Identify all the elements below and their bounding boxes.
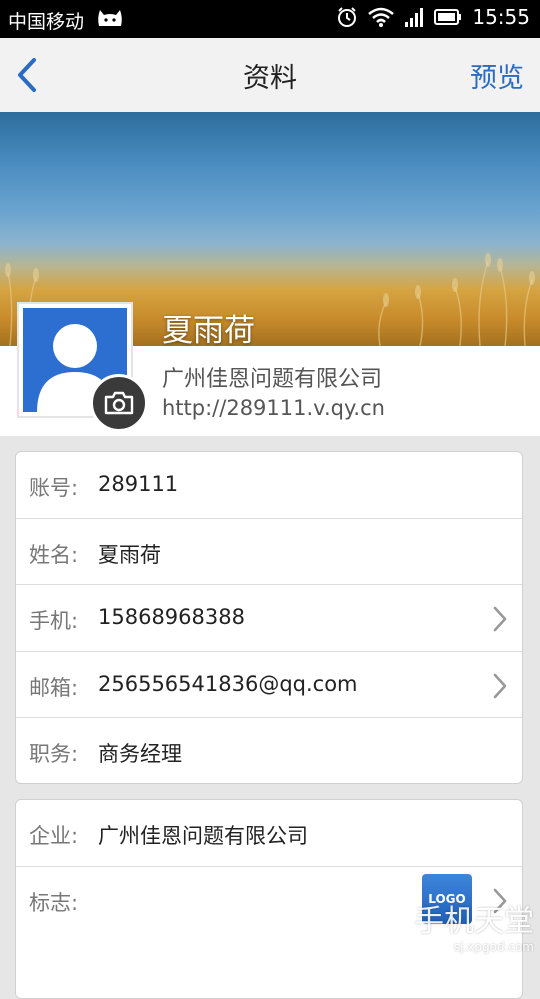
preview-button[interactable]: 预览 (470, 56, 524, 95)
page-title: 资料 (243, 63, 297, 94)
chevron-right-icon (493, 673, 507, 699)
watermark-text: 手机天堂 (414, 904, 534, 939)
status-icons: 15:55 (336, 5, 530, 29)
position-value: 商务经理 (98, 742, 182, 767)
email-row[interactable]: 邮箱: 256556541836@qq.com (16, 652, 522, 719)
phone-label: 手机: (29, 609, 79, 634)
company-row: 企业: 广州佳恩问题有限公司 (16, 800, 522, 867)
signal-icon (405, 8, 424, 27)
email-value: 256556541836@qq.com (98, 671, 358, 696)
chevron-right-icon (493, 606, 507, 632)
nav-bar: 资料 预览 (0, 38, 540, 113)
company-label: 企业: (29, 824, 79, 848)
position-row: 职务: 商务经理 (16, 718, 522, 783)
logo-label: 标志: (29, 890, 79, 915)
status-bar: 中国移动 15:55 (0, 0, 540, 38)
phone-row[interactable]: 手机: 15868968388 (16, 585, 522, 652)
wifi-icon (368, 7, 395, 27)
position-label: 职务: (29, 742, 79, 767)
name-value: 夏雨荷 (98, 542, 161, 567)
camera-icon (104, 391, 134, 415)
company-value: 广州佳恩问题有限公司 (98, 824, 308, 848)
watermark: 手机天堂 sj.xpgod.com (414, 896, 534, 954)
email-label: 邮箱: (29, 675, 79, 700)
account-row: 账号: 289111 (16, 452, 522, 519)
battery-icon (434, 9, 462, 25)
phone-value: 15868968388 (98, 605, 245, 630)
cat-icon (98, 10, 122, 26)
name-row: 姓名: 夏雨荷 (16, 519, 522, 586)
watermark-url: sj.xpgod.com (453, 940, 534, 954)
personal-info-card: 账号: 289111 姓名: 夏雨荷 手机: 15868968388 邮箱: 2… (15, 451, 523, 784)
profile-name: 夏雨荷 (162, 313, 255, 349)
name-label: 姓名: (29, 542, 79, 567)
change-avatar-button[interactable] (90, 374, 148, 432)
account-value: 289111 (98, 472, 179, 496)
account-label: 账号: (29, 476, 79, 500)
profile-url[interactable]: http://289111.v.qy.cn (162, 396, 385, 420)
profile-company: 广州佳恩问题有限公司 (162, 367, 383, 392)
clock: 15:55 (472, 5, 530, 29)
carrier-name: 中国移动 (8, 11, 85, 33)
alarm-icon (338, 7, 357, 27)
